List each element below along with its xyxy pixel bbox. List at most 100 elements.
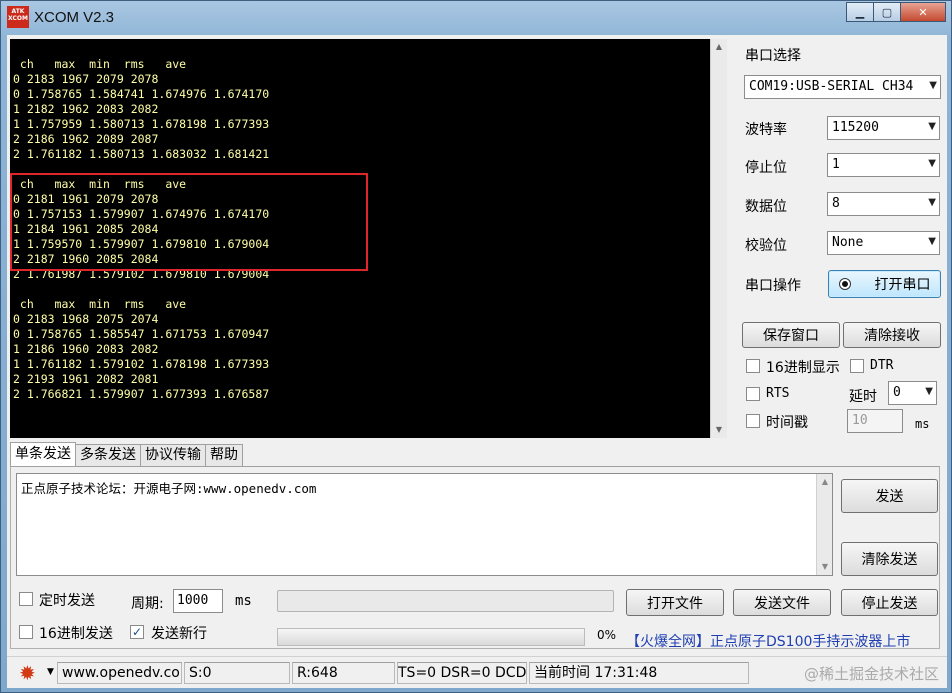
scroll-down-icon[interactable]: ▼ [711, 422, 727, 438]
maximize-icon[interactable]: ▢ [873, 2, 901, 22]
window-title: XCOM V2.3 [34, 9, 115, 26]
open-file-button[interactable]: 打开文件 [626, 589, 724, 616]
scroll-down-icon[interactable]: ▼ [817, 559, 833, 575]
terminal-line: 2 1.761987 1.579102 1.679810 1.679004 [13, 267, 270, 281]
xcom-window: ATK XCOM XCOM V2.3 ▁ ▢ ✕ ch max min rms a… [0, 0, 952, 693]
timed-send-checkbox[interactable] [19, 592, 33, 606]
dtr-label: DTR [870, 358, 894, 373]
timed-send-label: 定时发送 [39, 593, 95, 609]
stop-bits-select[interactable]: 1 ▼ [827, 153, 940, 177]
timestamp-label: 时间戳 [766, 415, 808, 431]
rts-label: RTS [766, 386, 790, 401]
chevron-down-icon: ▼ [925, 386, 933, 397]
terminal-line: ch max min rms ave [13, 57, 187, 71]
open-port-button[interactable]: 打开串口 [828, 270, 941, 298]
send-file-button[interactable]: 发送文件 [733, 589, 831, 616]
terminal-line: 2 1.766821 1.579907 1.677393 1.676587 [13, 387, 270, 401]
timestamp-checkbox[interactable] [746, 414, 760, 428]
terminal-line: 2 2186 1962 2089 2087 [13, 132, 159, 146]
window-controls: ▁ ▢ ✕ [846, 2, 946, 22]
data-bits-label: 数据位 [745, 199, 787, 215]
send-button[interactable]: 发送 [841, 479, 938, 513]
hex-send-label: 16进制发送 [39, 626, 113, 642]
terminal-line: 1 2184 1961 2085 2084 [13, 222, 159, 236]
send-text: 正点原子技术论坛：开源电子网:www.openedv.com [21, 481, 317, 496]
open-port-label: 打开串口 [874, 277, 931, 293]
title-bar[interactable]: ATK XCOM XCOM V2.3 ▁ ▢ ✕ [1, 1, 951, 35]
send-textarea[interactable]: 正点原子技术论坛：开源电子网:www.openedv.com ▲ ▼ [16, 473, 833, 576]
ad-link[interactable]: 【火爆全网】正点原子DS100手持示波器上市 [626, 631, 910, 651]
timestamp-input[interactable]: 10 [847, 409, 903, 433]
app-logo-icon: ATK XCOM [7, 6, 29, 28]
stop-send-button[interactable]: 停止发送 [841, 589, 938, 616]
baud-select[interactable]: 115200 ▼ [827, 116, 940, 140]
period-label: 周期: [131, 596, 164, 612]
rts-checkbox[interactable] [746, 387, 760, 401]
send-tabs: 单条发送 多条发送 协议传输 帮助 [10, 442, 243, 466]
port-label: 串口选择 [745, 48, 801, 64]
status-sent: S:0 [184, 662, 290, 684]
send-newline-checkbox[interactable]: ✓ [130, 625, 144, 639]
hex-send-checkbox[interactable] [19, 625, 33, 639]
file-path-bar [277, 590, 614, 612]
terminal-line: 2 2187 1960 2085 2084 [13, 252, 159, 266]
hex-display-label: 16进制显示 [766, 360, 840, 376]
send-progress-bar [277, 628, 585, 646]
port-select[interactable]: COM19:USB-SERIAL CH34 ▼ [744, 75, 941, 99]
status-bar: ✹ ▼ www.openedv.com S:0 R:648 TS=0 DSR=0… [7, 656, 947, 688]
baud-value: 115200 [832, 120, 879, 135]
progress-text: 0% [597, 628, 617, 642]
chevron-down-icon: ▼ [928, 197, 936, 208]
scroll-up-icon[interactable]: ▲ [817, 474, 833, 490]
chevron-down-icon: ▼ [928, 236, 936, 247]
client-area: ch max min rms ave 0 2183 1967 2079 2078 0… [7, 35, 947, 688]
receive-terminal[interactable]: ch max min rms ave 0 2183 1967 2079 2078 0… [10, 39, 710, 438]
save-window-button[interactable]: 保存窗口 [742, 322, 840, 348]
receive-scrollbar[interactable]: ▲ ▼ [710, 39, 727, 438]
delay-select[interactable]: 0 ▼ [888, 381, 937, 405]
terminal-line: 0 1.757153 1.579907 1.674976 1.674170 [13, 207, 270, 221]
radio-icon [838, 278, 851, 290]
terminal-line: 1 1.757959 1.580713 1.678198 1.677393 [13, 117, 270, 131]
chevron-down-icon: ▼ [929, 80, 937, 91]
hex-display-checkbox[interactable] [746, 359, 760, 373]
terminal-line: 0 1.758765 1.585547 1.671753 1.670947 [13, 327, 270, 341]
send-scrollbar[interactable]: ▲ ▼ [816, 474, 832, 575]
clear-receive-button[interactable]: 清除接收 [843, 322, 941, 348]
status-lines: TS=0 DSR=0 DCD= [397, 662, 527, 684]
minimize-icon[interactable]: ▁ [846, 2, 874, 22]
terminal-line: ch max min rms ave [13, 297, 187, 311]
period-input[interactable]: 1000 [173, 589, 223, 613]
terminal-line: 1 2182 1962 2083 2082 [13, 102, 159, 116]
watermark: @稀土掘金技术社区 [803, 665, 939, 683]
delay-value: 0 [893, 385, 901, 400]
send-newline-label: 发送新行 [151, 626, 207, 642]
terminal-line: 2 1.761182 1.580713 1.683032 1.681421 [13, 147, 270, 161]
terminal-line: 0 2183 1967 2079 2078 [13, 72, 159, 86]
tab-help[interactable]: 帮助 [205, 444, 243, 466]
tab-multi-send[interactable]: 多条发送 [75, 444, 141, 466]
delay-label: 延时 [849, 389, 877, 405]
chevron-down-icon[interactable]: ▼ [47, 667, 54, 677]
status-url[interactable]: www.openedv.com [57, 662, 182, 684]
clear-send-button[interactable]: 清除发送 [841, 542, 938, 576]
close-icon[interactable]: ✕ [900, 2, 946, 22]
period-unit: ms [235, 593, 252, 609]
terminal-line: 0 1.758765 1.584741 1.674976 1.674170 [13, 87, 270, 101]
gear-icon[interactable]: ✹ [19, 663, 36, 683]
status-time: 当前时间 17:31:48 [529, 662, 749, 684]
tab-single-send[interactable]: 单条发送 [10, 442, 76, 466]
terminal-line: 1 1.759570 1.579907 1.679810 1.679004 [13, 237, 270, 251]
data-bits-value: 8 [832, 196, 840, 211]
terminal-line: 0 2181 1961 2079 2078 [13, 192, 159, 206]
parity-select[interactable]: None ▼ [827, 231, 940, 255]
scroll-up-icon[interactable]: ▲ [711, 39, 727, 55]
receive-text: ch max min rms ave 0 2183 1967 2079 2078 0… [13, 57, 269, 402]
tab-protocol[interactable]: 协议传输 [140, 444, 206, 466]
dtr-checkbox[interactable] [850, 359, 864, 373]
port-op-label: 串口操作 [745, 278, 801, 294]
parity-value: None [832, 235, 864, 250]
data-bits-select[interactable]: 8 ▼ [827, 192, 940, 216]
